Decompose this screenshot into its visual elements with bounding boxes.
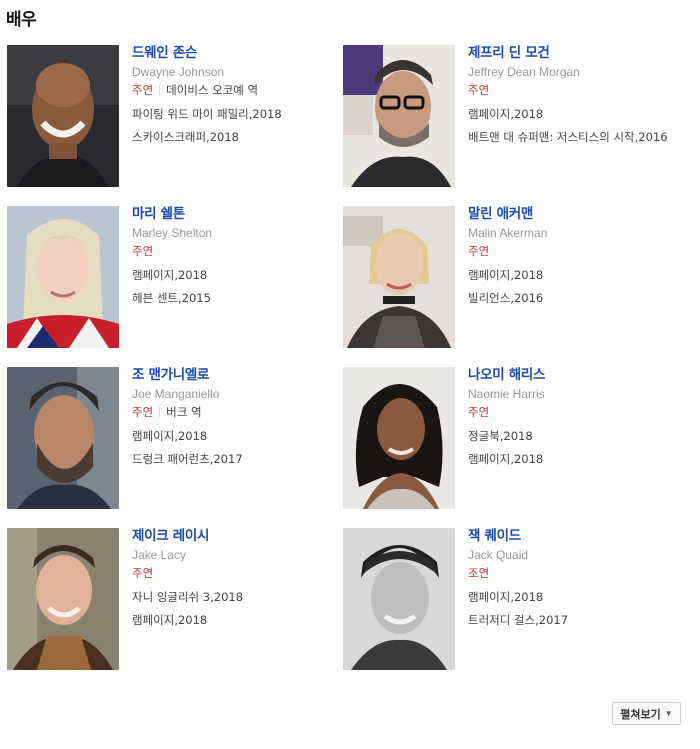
actor-english-name: Naomie Harris xyxy=(468,387,545,401)
actor-english-name: Malin Akerman xyxy=(468,226,548,240)
actor-name-link[interactable]: 말린 애커맨 xyxy=(468,206,678,222)
filmography-link[interactable]: 램페이지,2018 xyxy=(132,429,337,444)
role-divider xyxy=(159,85,161,95)
actor-photo[interactable] xyxy=(343,528,455,670)
actor-grid: 드웨인 존슨 Dwayne Johnson 주연 데이비스 오코예 역 파이팅 위… xyxy=(7,45,687,689)
actor-english-name: Dwayne Johnson xyxy=(132,65,225,79)
filmography-link[interactable]: 램페이지,2018 xyxy=(468,268,673,283)
actor-english-name: Joe Manganiello xyxy=(132,387,220,401)
actor-name-link[interactable]: 제이크 레이시 xyxy=(132,528,342,544)
character-name: 버크 역 xyxy=(166,405,202,419)
actor-name-link[interactable]: 드웨인 존슨 xyxy=(132,45,342,61)
filmography-link[interactable]: 빌리언스,2016 xyxy=(468,291,673,306)
actor-card: 나오미 해리스 Naomie Harris 주연 정글북,2018 램페이지,2… xyxy=(343,367,679,528)
caret-down-icon: ▼ xyxy=(664,709,673,718)
filmography-link[interactable]: 램페이지,2018 xyxy=(468,590,673,605)
actor-card: 잭 퀘이드 Jack Quaid 조연 램페이지,2018 트러저디 걸스,20… xyxy=(343,528,679,689)
role-badge: 주연 xyxy=(468,405,490,419)
role-badge: 주연 xyxy=(132,405,154,419)
filmography-link[interactable]: 정글북,2018 xyxy=(468,429,673,444)
role-divider xyxy=(159,407,161,417)
role-badge: 주연 xyxy=(468,244,490,258)
actor-photo[interactable] xyxy=(7,367,119,509)
filmography-link[interactable]: 스카이스크래퍼,2018 xyxy=(132,130,337,145)
actor-photo[interactable] xyxy=(7,45,119,187)
actor-role-line: 주연 xyxy=(132,244,342,258)
filmography-link[interactable]: 램페이지,2018 xyxy=(468,452,673,467)
actor-card: 말린 애커맨 Malin Akerman 주연 램페이지,2018 빌리언스,2… xyxy=(343,206,679,367)
expand-more-label: 펼쳐보기 xyxy=(620,708,661,721)
actor-english-name: Jake Lacy xyxy=(132,548,187,562)
role-badge: 주연 xyxy=(132,83,154,97)
role-badge: 주연 xyxy=(468,83,490,97)
actor-name-link[interactable]: 조 맨가니엘로 xyxy=(132,367,342,383)
actor-photo[interactable] xyxy=(343,206,455,348)
expand-more-button[interactable]: 펼쳐보기 ▼ xyxy=(612,702,681,725)
actor-role-line: 주연 xyxy=(468,244,678,258)
filmography-link[interactable]: 트러저디 걸스,2017 xyxy=(468,613,673,628)
actor-card: 조 맨가니엘로 Joe Manganiello 주연 버크 역 램페이지,2018… xyxy=(7,367,343,528)
filmography-link[interactable]: 램페이지,2018 xyxy=(468,107,673,122)
actor-name-link[interactable]: 잭 퀘이드 xyxy=(468,528,678,544)
filmography-link[interactable]: 램페이지,2018 xyxy=(132,613,337,628)
role-badge: 조연 xyxy=(468,566,490,580)
actor-photo[interactable] xyxy=(7,206,119,348)
actor-card: 마리 쉘톤 Marley Shelton 주연 램페이지,2018 헤븐 센트,… xyxy=(7,206,343,367)
actor-card: 제프리 딘 모건 Jeffrey Dean Morgan 주연 램페이지,201… xyxy=(343,45,679,206)
role-badge: 주연 xyxy=(132,244,154,258)
filmography-link[interactable]: 자니 잉글리쉬 3,2018 xyxy=(132,590,337,605)
actor-role-line: 주연 버크 역 xyxy=(132,405,342,419)
actor-role-line: 조연 xyxy=(468,566,678,580)
role-badge: 주연 xyxy=(132,566,154,580)
actor-photo[interactable] xyxy=(7,528,119,670)
actor-card: 제이크 레이시 Jake Lacy 주연 자니 잉글리쉬 3,2018 램페이지… xyxy=(7,528,343,689)
actor-role-line: 주연 xyxy=(468,83,678,97)
actor-photo[interactable] xyxy=(343,45,455,187)
actor-name-link[interactable]: 나오미 해리스 xyxy=(468,367,678,383)
filmography-link[interactable]: 램페이지,2018 xyxy=(132,268,337,283)
filmography-link[interactable]: 파이팅 위드 마이 패밀리,2018 xyxy=(132,107,337,122)
actor-role-line: 주연 데이비스 오코예 역 xyxy=(132,83,342,97)
actor-card: 드웨인 존슨 Dwayne Johnson 주연 데이비스 오코예 역 파이팅 위… xyxy=(7,45,343,206)
actor-role-line: 주연 xyxy=(132,566,342,580)
section-title: 배우 xyxy=(6,10,37,30)
actor-name-link[interactable]: 제프리 딘 모건 xyxy=(468,45,678,61)
character-name: 데이비스 오코예 역 xyxy=(166,83,259,97)
filmography-link[interactable]: 배트맨 대 슈퍼맨: 저스티스의 시작,2016 xyxy=(468,130,673,145)
actor-english-name: Jeffrey Dean Morgan xyxy=(468,65,580,79)
actor-english-name: Jack Quaid xyxy=(468,548,529,562)
actor-photo[interactable] xyxy=(343,367,455,509)
actor-role-line: 주연 xyxy=(468,405,678,419)
filmography-link[interactable]: 헤븐 센트,2015 xyxy=(132,291,337,306)
actor-name-link[interactable]: 마리 쉘톤 xyxy=(132,206,342,222)
filmography-link[interactable]: 드렁크 패어런츠,2017 xyxy=(132,452,337,467)
actor-english-name: Marley Shelton xyxy=(132,226,213,240)
